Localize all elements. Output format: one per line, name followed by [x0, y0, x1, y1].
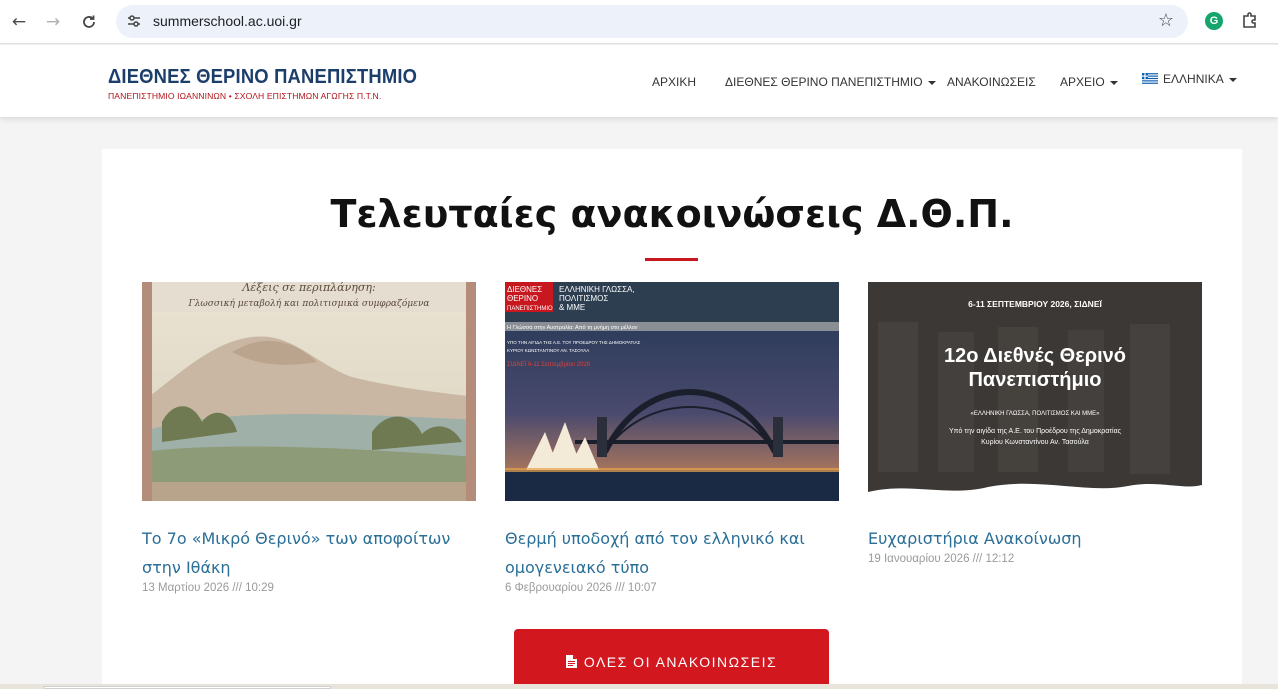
- nav-announcements-label: ΑΝΑΚΟΙΝΩΣΕΙΣ: [947, 75, 1036, 89]
- arrow-left-icon: ←: [11, 12, 27, 32]
- nav-archive-label: ΑΡΧΕΙΟ: [1060, 75, 1105, 89]
- title-divider: [645, 258, 698, 261]
- news-image-line: ΔΙΕΘΝΕΣ: [507, 285, 542, 294]
- nav-announcements[interactable]: ΑΝΑΚΟΙΝΩΣΕΙΣ: [947, 75, 1036, 89]
- all-announcements-button[interactable]: ΟΛΕΣ ΟΙ ΑΝΑΚΟΙΝΩΣΕΙΣ: [514, 629, 829, 689]
- news-image-line: ΠΟΛΙΤΙΣΜΟΣ: [559, 294, 608, 303]
- chevron-down-icon: [927, 80, 936, 85]
- tune-icon[interactable]: [126, 13, 142, 29]
- greek-flag-icon: [1142, 73, 1158, 84]
- news-title-link[interactable]: Το 7ο «Μικρό Θερινό» των αποφοίτων στην …: [142, 524, 476, 582]
- site-logo-title[interactable]: ΔΙΕΘΝΕΣ ΘΕΡΙΝΟ ΠΑΝΕΠΙΣΤΗΜΙΟ: [108, 66, 417, 89]
- news-image-line: Κυρίου Κωνσταντίνου Αν. Τασούλα: [981, 438, 1089, 446]
- all-announcements-label: ΟΛΕΣ ΟΙ ΑΝΑΚΟΙΝΩΣΕΙΣ: [583, 654, 778, 670]
- news-item: Λέξεις σε περιπλάνηση: Γλωσσική μεταβολή…: [142, 282, 476, 594]
- news-date: 6 Φεβρουαρίου 2026 /// 10:07: [505, 582, 657, 594]
- nav-archive[interactable]: ΑΡΧΕΙΟ: [1060, 75, 1118, 89]
- news-title-link[interactable]: Θερμή υποδοχή από τον ελληνικό και ομογε…: [505, 524, 839, 582]
- news-image-line: «ΕΛΛΗΝΙΚΗ ΓΛΩΣΣΑ, ΠΟΛΙΤΙΣΜΟΣ ΚΑΙ ΜΜΕ»: [970, 411, 1100, 417]
- reload-icon: [83, 15, 95, 28]
- news-image-line: ΘΕΡΙΝΟ: [507, 294, 538, 303]
- language-label: ΕΛΛΗΝΙΚΑ: [1163, 72, 1224, 86]
- star-outline-icon[interactable]: ☆: [1158, 10, 1174, 31]
- scrollbar-track[interactable]: [1273, 44, 1278, 689]
- news-item: ΔΙΕΘΝΕΣ ΘΕΡΙΝΟ ΠΑΝΕΠΙΣΤΗΜΙΟ ΕΛΛΗΝΙΚΗ ΓΛΩ…: [505, 282, 839, 594]
- news-image-sydney[interactable]: ΔΙΕΘΝΕΣ ΘΕΡΙΝΟ ΠΑΝΕΠΙΣΤΗΜΙΟ ΕΛΛΗΝΙΚΗ ΓΛΩ…: [505, 282, 839, 501]
- news-date: 13 Μαρτίου 2026 /// 10:29: [142, 582, 274, 594]
- nav-summer-school[interactable]: ΔΙΕΘΝΕΣ ΘΕΡΙΝΟ ΠΑΝΕΠΙΣΤΗΜΙΟ: [725, 75, 936, 89]
- chevron-down-icon: [1228, 77, 1237, 82]
- announcements-section: Τελευταίες ανακοινώσεις Δ.Θ.Π. Λέξεις σε: [102, 149, 1242, 689]
- news-image-line: 12ο Διεθνές Θερινό: [944, 345, 1126, 367]
- news-title-link[interactable]: Ευχαριστήρια Ανακοίνωση: [868, 524, 1202, 553]
- language-switcher[interactable]: ΕΛΛΗΝΙΚΑ: [1142, 72, 1237, 86]
- puzzle-icon[interactable]: [1240, 10, 1260, 30]
- news-image-line: Η Γλώσσα στην Αυστραλία: Από τη μνήμη στ…: [507, 324, 638, 331]
- nav-summer-school-label: ΔΙΕΘΝΕΣ ΘΕΡΙΝΟ ΠΑΝΕΠΙΣΤΗΜΙΟ: [725, 75, 923, 89]
- arrow-right-icon: →: [45, 12, 61, 32]
- news-image-line: Λέξεις σε περιπλάνηση:: [241, 282, 375, 294]
- news-image-line: Γλωσσική μεταβολή και πολιτισμικά συμφρα…: [187, 298, 429, 309]
- document-icon: [565, 655, 577, 668]
- forward-button[interactable]: →: [40, 9, 66, 35]
- address-bar[interactable]: summerschool.ac.uoi.gr ☆: [116, 5, 1188, 38]
- chevron-down-icon: [1109, 80, 1118, 85]
- news-image-line: ΠΑΝΕΠΙΣΤΗΜΙΟ: [507, 306, 553, 312]
- news-item: 6-11 ΣΕΠΤΕΜΒΡΙΟΥ 2026, ΣΙΔΝΕΪ 12ο Διεθνέ…: [868, 282, 1202, 565]
- news-image-line: ΚΥΡΙΟΥ ΚΩΝΣΤΑΝΤΙΝΟΥ ΑΝ. ΤΑΣΟΥΛΑ: [507, 348, 589, 353]
- news-image-line: Υπό την αιγίδα της Α.Ε. του Προέδρου της…: [949, 427, 1122, 435]
- grammarly-extension-icon[interactable]: G: [1205, 12, 1223, 30]
- url-text[interactable]: summerschool.ac.uoi.gr: [153, 13, 302, 29]
- news-image-12th-summer-school[interactable]: 6-11 ΣΕΠΤΕΜΒΡΙΟΥ 2026, ΣΙΔΝΕΪ 12ο Διεθνέ…: [868, 282, 1202, 501]
- browser-toolbar: ← → summerschool.ac.uoi.gr ☆ G: [0, 0, 1278, 44]
- news-image-line: ΥΠΟ ΤΗΝ ΑΙΓΙΔΑ ΤΗΣ Α.Ε. ΤΟΥ ΠΡΟΕΔΡΟΥ ΤΗΣ…: [507, 340, 641, 345]
- back-button[interactable]: ←: [6, 9, 32, 35]
- section-title: Τελευταίες ανακοινώσεις Δ.Θ.Π.: [330, 192, 1014, 236]
- news-image-line: Πανεπιστήμιο: [968, 369, 1101, 391]
- news-image-line: 6-11 ΣΕΠΤΕΜΒΡΙΟΥ 2026, ΣΙΔΝΕΪ: [968, 299, 1102, 309]
- news-image-line: ΕΛΛΗΝΙΚΗ ΓΛΩΣΣΑ,: [559, 285, 635, 294]
- site-logo-subtitle[interactable]: ΠΑΝΕΠΙΣΤΗΜΙΟ ΙΩΑΝΝΙΝΩΝ • ΣΧΟΛΗ ΕΠΙΣΤΗΜΩΝ…: [108, 91, 381, 101]
- news-date: 19 Ιανουαρίου 2026 /// 12:12: [868, 553, 1015, 565]
- news-image-line: & ΜΜΕ: [559, 303, 585, 312]
- reload-button[interactable]: [76, 9, 102, 35]
- news-image-line: ΣΙΔΝΕΪ 6-11 Σεπτεμβρίου 2026: [507, 361, 591, 368]
- nav-home[interactable]: ΑΡΧΙΚΗ: [652, 75, 696, 89]
- site-header: ΔΙΕΘΝΕΣ ΘΕΡΙΝΟ ΠΑΝΕΠΙΣΤΗΜΙΟ ΠΑΝΕΠΙΣΤΗΜΙΟ…: [0, 45, 1278, 117]
- nav-home-label: ΑΡΧΙΚΗ: [652, 75, 697, 89]
- news-image-ithaca[interactable]: Λέξεις σε περιπλάνηση: Γλωσσική μεταβολή…: [142, 282, 476, 501]
